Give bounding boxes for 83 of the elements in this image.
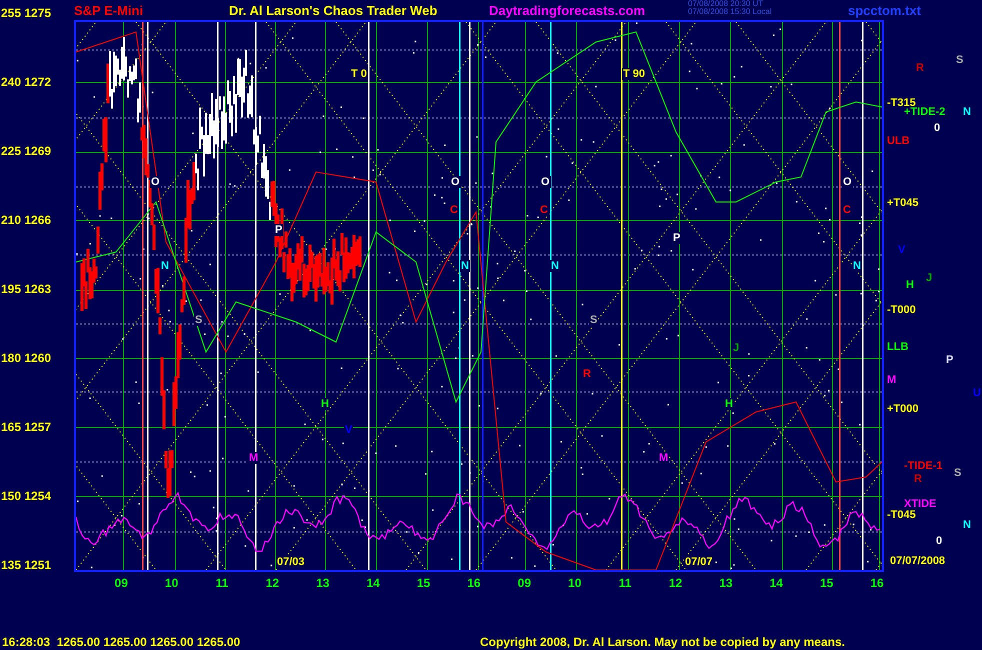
level-label: V: [897, 244, 906, 256]
y-axis-label: 255 1275: [0, 6, 52, 20]
chart-label: N: [460, 260, 470, 272]
level-label: ULB: [886, 135, 911, 147]
level-label: N: [962, 519, 972, 531]
level-label: XTIDE: [903, 498, 938, 510]
x-axis-label: 11: [618, 576, 632, 590]
quote-readout: 16:28:03 1265.00 1265.00 1265.00 1265.00: [2, 634, 242, 648]
level-label: 07/07/2008: [889, 555, 946, 567]
x-axis-label: 15: [818, 576, 834, 590]
y-axis-label: 165 1257: [0, 420, 52, 434]
chart-label: C: [539, 204, 549, 216]
x-axis-label: 13: [315, 576, 330, 590]
level-label: -TIDE-1: [903, 460, 944, 472]
level-label: S: [953, 467, 962, 479]
timestamp: 07/08/2008 15:30 Local: [688, 8, 773, 16]
y-axis-label: 180 1260: [0, 351, 52, 365]
chart-label: O: [540, 176, 551, 188]
symbol-name: S&P E-Mini: [74, 2, 144, 18]
y-axis-label: 150 1254: [0, 489, 52, 503]
level-label: R: [915, 62, 925, 74]
file-name: spcctom.txt: [848, 2, 922, 18]
level-label: -T045: [886, 509, 917, 521]
chart-label: M: [248, 452, 260, 464]
chart-label: S: [194, 314, 204, 326]
x-axis-label: 16: [869, 576, 885, 590]
x-axis-label: 11: [214, 576, 230, 590]
site-name: Daytradingforecasts.com: [489, 2, 646, 18]
y-axis-label: 195 1263: [0, 282, 52, 296]
level-label: 0: [935, 535, 944, 547]
chart-label: O: [842, 176, 853, 188]
y-axis-label: 135 1251: [0, 558, 52, 572]
chart-label: S: [589, 314, 598, 326]
chart-label: 07/03: [276, 556, 306, 568]
chart-label: J: [732, 342, 740, 354]
chart-label: T 90: [622, 68, 646, 80]
x-axis-label: 16: [466, 576, 482, 590]
level-label: J: [925, 272, 934, 284]
level-label: -T000: [886, 304, 917, 316]
chart-label: C: [449, 204, 459, 216]
chart-label: O: [150, 176, 161, 188]
level-label: +T045: [886, 197, 920, 209]
chart-label: T 0: [350, 68, 368, 80]
level-label: M: [886, 374, 898, 386]
level-label: 0: [933, 122, 942, 134]
chart-label: V: [344, 424, 354, 436]
x-axis-label: 09: [516, 576, 532, 590]
level-label: N: [962, 106, 972, 118]
chart-label: R: [582, 368, 592, 380]
level-label: +TIDE-2: [903, 106, 946, 118]
chart-label: O: [450, 176, 461, 188]
chart-label: H: [724, 398, 734, 410]
level-label: H: [905, 279, 915, 291]
chart-label: M: [658, 452, 670, 464]
level-label: P: [945, 354, 954, 366]
chart-label: H: [320, 398, 330, 410]
x-axis-label: 14: [768, 576, 784, 590]
y-axis-label: 210 1266: [0, 213, 52, 227]
level-label: U: [972, 387, 982, 399]
x-axis-label: 12: [264, 576, 280, 590]
chart-label: N: [852, 260, 862, 272]
y-axis-label: 225 1269: [0, 144, 52, 158]
chart-label: C: [842, 204, 852, 216]
level-label: S: [955, 54, 964, 66]
x-axis-label: 10: [567, 576, 582, 590]
level-label: +T000: [886, 403, 920, 415]
level-label: R: [913, 473, 923, 485]
chart-label: P: [274, 224, 284, 236]
x-axis-label: 09: [114, 576, 129, 590]
timestamp: 07/08/2008 20:30 UT: [688, 0, 764, 8]
y-axis-label: 240 1272: [0, 75, 52, 89]
x-axis-label: 15: [416, 576, 432, 590]
chart-label: P: [672, 232, 682, 244]
x-axis-label: 14: [365, 576, 381, 590]
page-title: Dr. Al Larson's Chaos Trader Web: [229, 2, 438, 18]
x-axis-label: 10: [164, 576, 180, 590]
x-axis-label: 13: [718, 576, 734, 590]
x-axis-label: 12: [668, 576, 684, 590]
chart-label: 07/07: [684, 556, 714, 568]
level-label: LLB: [886, 341, 910, 353]
copyright-notice: Copyright 2008, Dr. Al Larson. May not be copied by any means.: [480, 634, 845, 648]
chart-label: N: [160, 260, 170, 272]
chart-label: N: [550, 260, 560, 272]
